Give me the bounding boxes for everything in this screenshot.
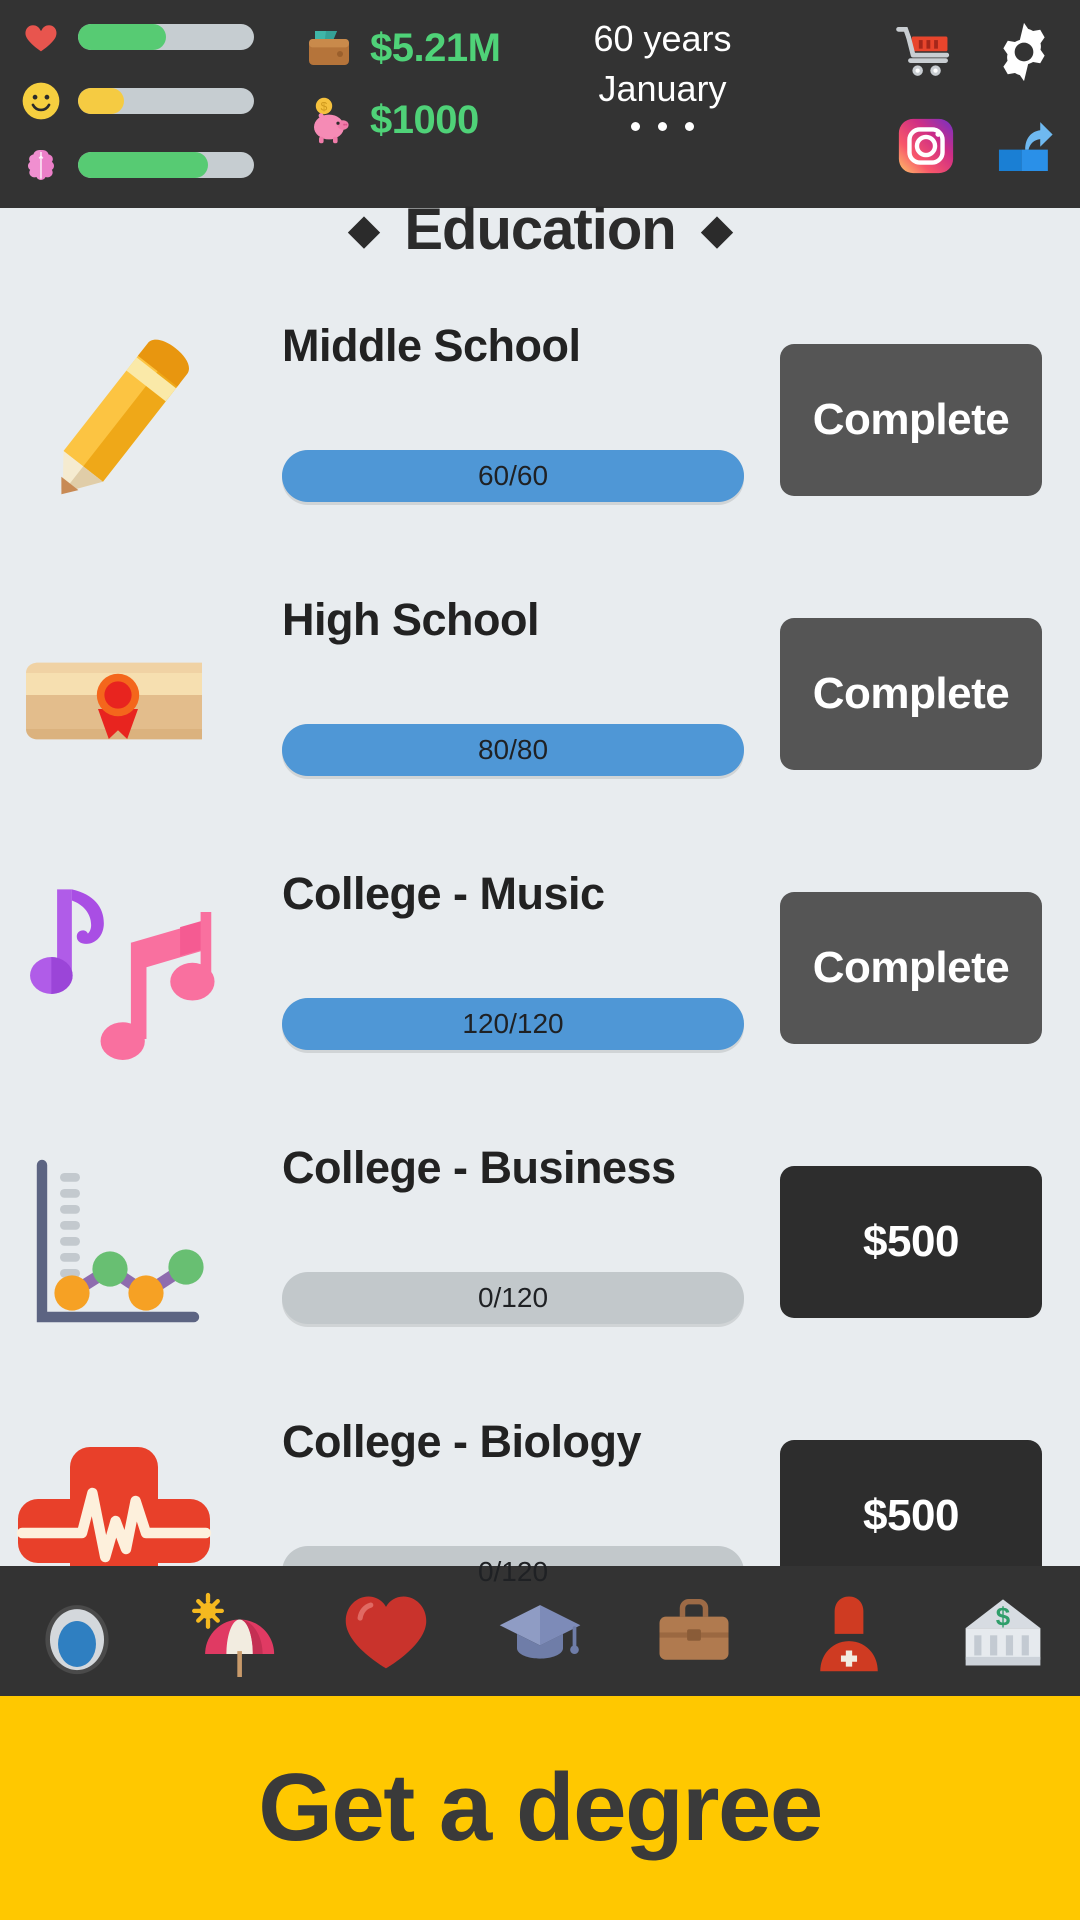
topbar-actions <box>868 8 1068 190</box>
piggybank-icon: $ <box>300 91 358 149</box>
cash-balance-value: $1000 <box>370 97 479 142</box>
happiness-bar-fill <box>78 88 124 114</box>
row-title: Middle School <box>282 320 581 371</box>
line-chart-icon <box>8 1112 220 1386</box>
row-action-button[interactable]: $500 <box>780 1166 1042 1318</box>
stat-row-happiness <box>18 78 278 124</box>
wallet-icon <box>300 19 358 77</box>
gear-icon[interactable] <box>980 8 1068 96</box>
briefcase-icon <box>648 1585 740 1677</box>
page-title: ◆ Education ◆ <box>0 196 1080 263</box>
table-row[interactable]: College - Music 120/120 Complete <box>0 838 1080 1112</box>
diploma-icon <box>8 564 220 838</box>
row-title: College - Business <box>282 1142 676 1193</box>
smarts-bar <box>78 152 254 178</box>
education-list[interactable]: Middle School 60/60 Complete High School… <box>0 290 1080 1650</box>
status-topbar: $5.21M $ $1000 60 years January <box>0 0 1080 208</box>
row-action-button[interactable]: Complete <box>780 344 1042 496</box>
heart-icon <box>18 15 64 59</box>
date-display: 60 years January <box>555 14 770 131</box>
month-label: January <box>598 68 727 109</box>
row-title: College - Biology <box>282 1416 642 1467</box>
page-title-text: Education <box>404 197 676 262</box>
nav-profile[interactable] <box>0 1566 154 1696</box>
bank-icon: $ <box>957 1585 1049 1677</box>
money-display: $5.21M $ $1000 <box>300 12 570 156</box>
progress-bar: 0/120 <box>282 1272 744 1324</box>
row-title: High School <box>282 594 540 645</box>
beach-umbrella-icon <box>185 1585 277 1677</box>
graduation-cap-icon <box>494 1585 586 1677</box>
age-label: 60 years <box>593 18 732 59</box>
table-row[interactable]: High School 80/80 Complete <box>0 564 1080 838</box>
get-a-degree-button[interactable]: Get a degree <box>0 1696 1080 1920</box>
progress-label: 0/120 <box>477 1282 549 1313</box>
progress-bar: 60/60 <box>282 450 744 502</box>
progress-bar: 80/80 <box>282 724 744 776</box>
nav-relationships[interactable] <box>309 1566 463 1696</box>
row-title: College - Music <box>282 868 605 919</box>
stat-row-smarts <box>18 142 278 188</box>
smarts-bar-fill <box>78 152 209 178</box>
stat-bars <box>18 14 278 206</box>
page-dots <box>555 122 770 131</box>
pencil-icon <box>8 290 220 564</box>
share-icon[interactable] <box>980 102 1068 190</box>
health-bar-fill <box>78 24 166 50</box>
svg-text:$: $ <box>321 100 328 114</box>
shopping-cart-icon[interactable] <box>882 8 970 96</box>
progress-label: 60/60 <box>477 460 549 491</box>
person-avatar-icon <box>31 1585 123 1677</box>
doctor-icon <box>803 1585 895 1677</box>
stat-row-health <box>18 14 278 60</box>
bank-balance-value: $5.21M <box>370 25 501 70</box>
row-action-button[interactable]: Complete <box>780 618 1042 770</box>
happiness-bar <box>78 88 254 114</box>
music-notes-icon <box>8 838 220 1112</box>
svg-text:$: $ <box>996 1603 1011 1631</box>
nav-doctor[interactable] <box>771 1566 925 1696</box>
table-row[interactable]: College - Business 0/120 $500 <box>0 1112 1080 1386</box>
bank-balance-row: $5.21M <box>300 12 570 84</box>
diamond-left-icon: ◆ <box>348 207 380 252</box>
row-action-button[interactable]: Complete <box>780 892 1042 1044</box>
table-row[interactable]: Middle School 60/60 Complete <box>0 290 1080 564</box>
instagram-icon[interactable] <box>882 102 970 190</box>
progress-bar: 120/120 <box>282 998 744 1050</box>
brain-icon <box>18 143 64 187</box>
nav-bank[interactable]: $ <box>926 1566 1080 1696</box>
cash-balance-row: $ $1000 <box>300 84 570 156</box>
progress-label: 0/120 <box>477 1556 549 1587</box>
progress-label: 80/80 <box>477 734 549 765</box>
heart-icon <box>340 1585 432 1677</box>
health-bar <box>78 24 254 50</box>
diamond-right-icon: ◆ <box>701 207 733 252</box>
nav-job[interactable] <box>617 1566 771 1696</box>
progress-label: 120/120 <box>462 1008 564 1039</box>
game-screen: $5.21M $ $1000 60 years January ◆ Educat… <box>0 0 1080 1920</box>
smiley-icon <box>18 79 64 123</box>
nav-activities[interactable] <box>154 1566 308 1696</box>
